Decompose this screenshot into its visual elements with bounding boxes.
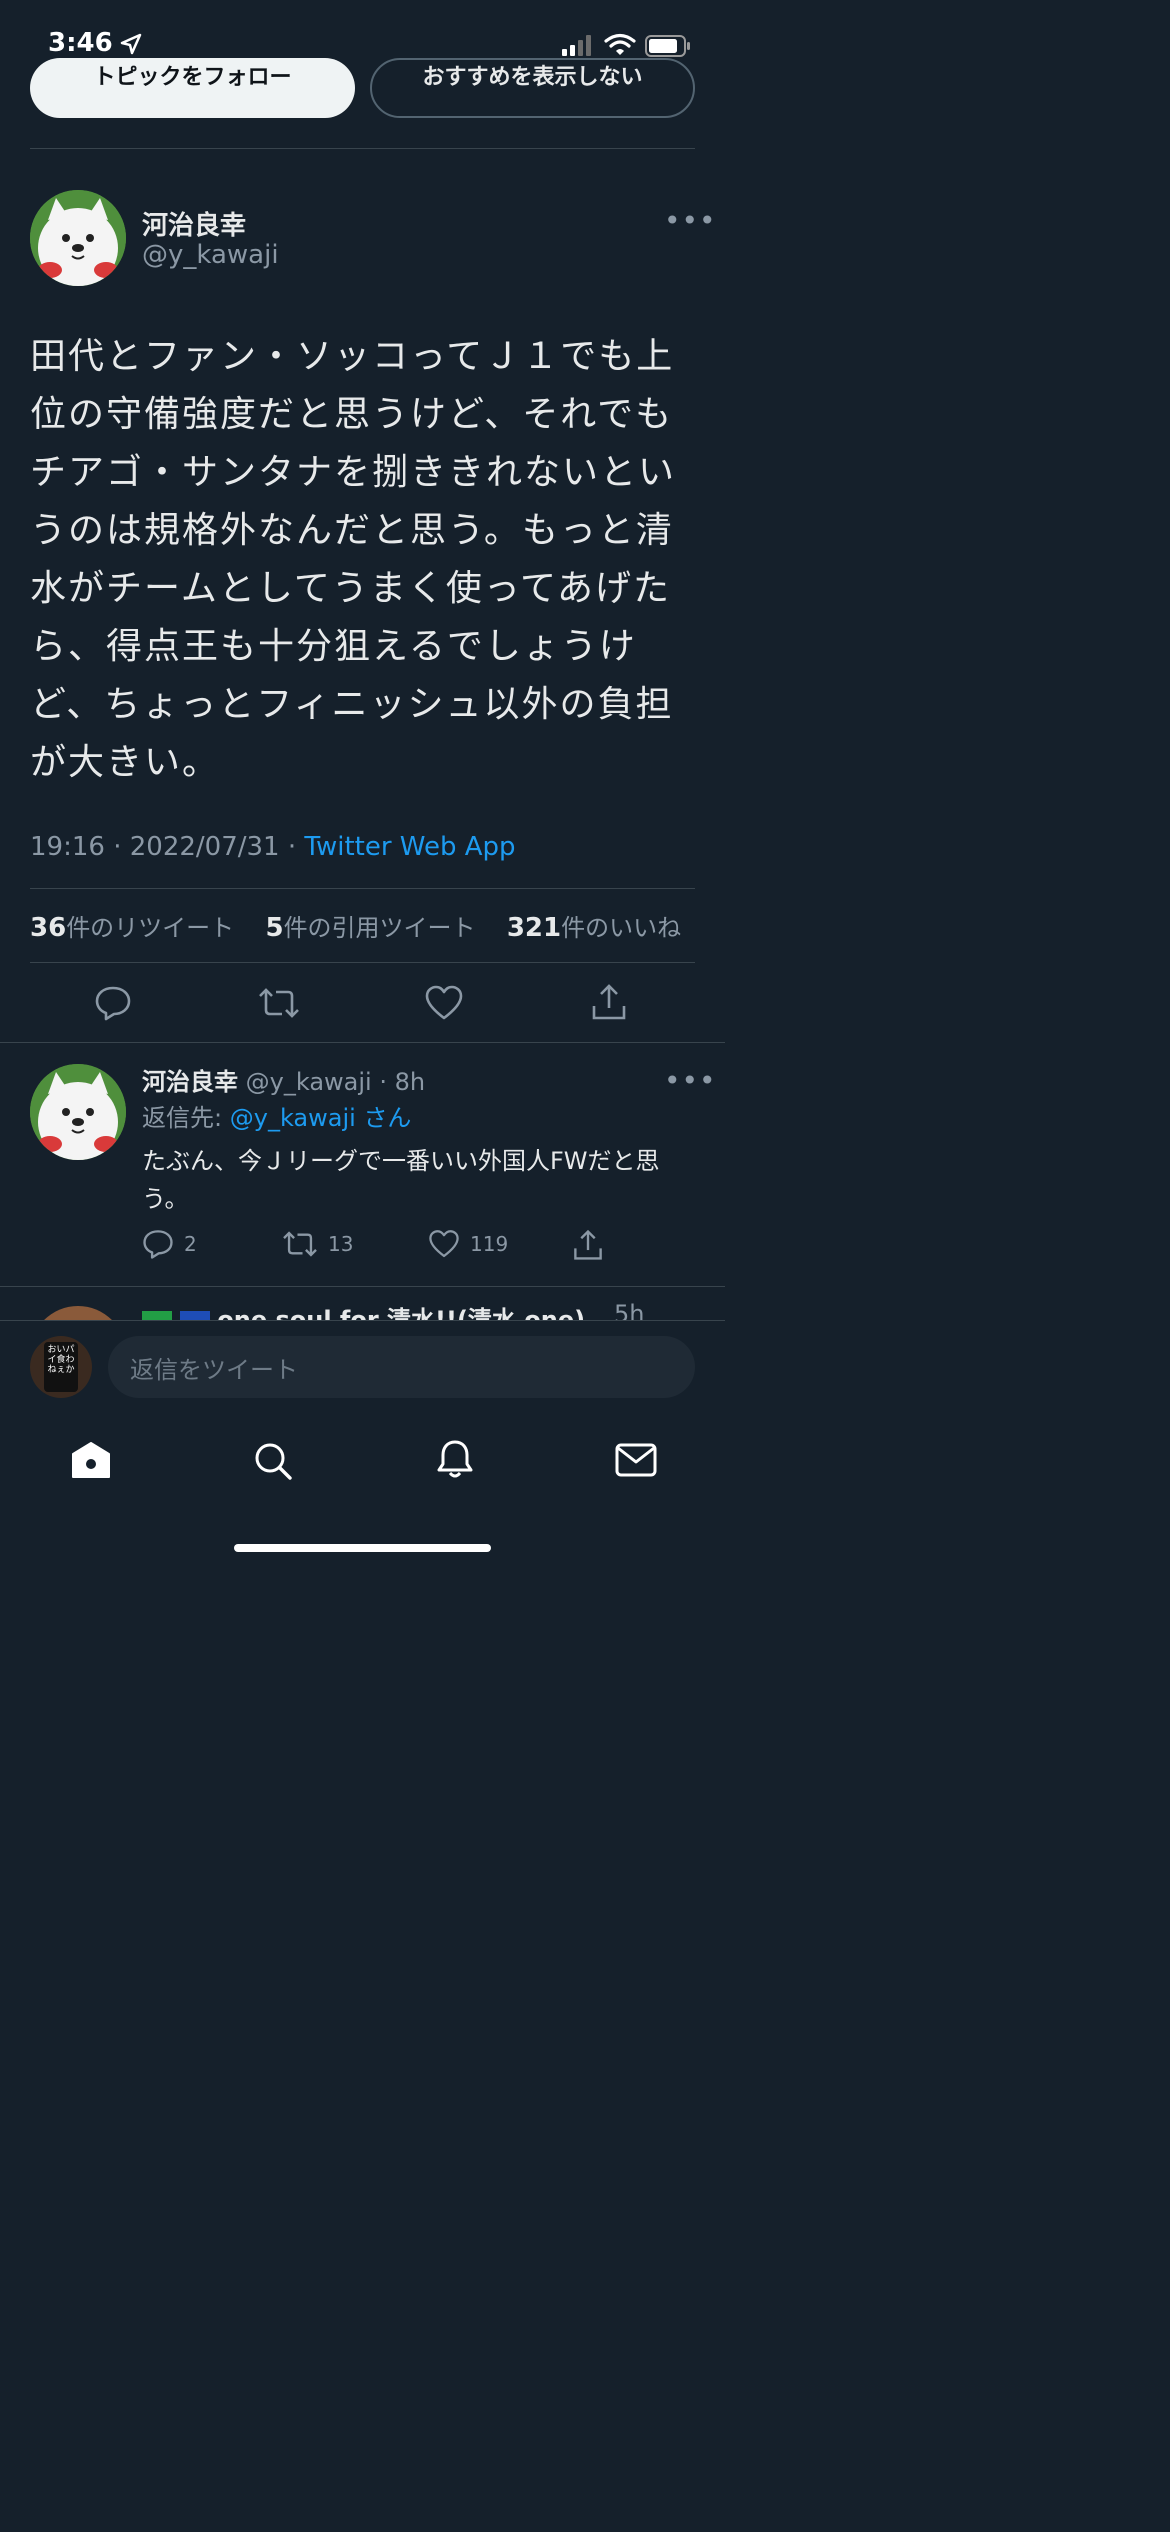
retweet-icon[interactable] (258, 984, 300, 1022)
dog-mascot-icon (30, 1064, 126, 1160)
author-handle[interactable]: @y_kawaji (142, 240, 279, 270)
reply-icon[interactable] (94, 984, 132, 1022)
status-time: 3:46 (48, 28, 113, 58)
tweet-stats: 36件のリツイート 5件の引用ツイート 321件のいいね (30, 908, 681, 943)
reply-reply-count: 2 (184, 1232, 197, 1256)
reply-text: たぶん、今Ｊリーグで一番いい外国人FWだと思う。 (142, 1147, 660, 1213)
likes-stat[interactable]: 321件のいいね (506, 913, 682, 943)
home-indicator[interactable] (234, 1544, 491, 1552)
divider (30, 888, 695, 889)
like-heart-icon[interactable] (424, 984, 464, 1022)
reply-to-line: 返信先: @y_kawaji さん (142, 1098, 411, 1133)
tweet-text: 田代とファン・ソッコってＪ１でも上位の守備強度だと思うけど、それでもチアゴ・サン… (30, 336, 677, 783)
quotes-count: 5 (265, 913, 284, 943)
reply-to-label: 返信先: (142, 1104, 223, 1132)
retweets-label: 件のリツイート (66, 914, 235, 942)
author-avatar[interactable] (30, 190, 126, 286)
retweet-icon (283, 1231, 317, 1257)
hide-recommendation-label: おすすめを表示しない (422, 65, 643, 90)
reply-reply-action[interactable]: 2 (142, 1228, 197, 1260)
reply-author-handle[interactable]: @y_kawaji (246, 1068, 372, 1096)
likes-count: 321 (506, 913, 562, 943)
likes-label: 件のいいね (561, 914, 682, 942)
divider (30, 962, 695, 963)
home-icon[interactable] (70, 1440, 112, 1480)
reply-author-name[interactable]: 河治良幸 (142, 1068, 238, 1096)
divider (30, 148, 695, 149)
tweet-time: 19:16 (30, 832, 105, 862)
like-heart-icon (429, 1230, 459, 1258)
messages-envelope-icon[interactable] (614, 1442, 658, 1478)
tweet-source-link[interactable]: Twitter Web App (304, 832, 515, 862)
battery-icon (645, 35, 690, 57)
reply-retweet-action[interactable]: 13 (282, 1228, 353, 1260)
reply-header: 河治良幸 @y_kawaji · 8h (142, 1062, 425, 1097)
follow-topic-button[interactable]: トピックをフォロー (30, 58, 355, 118)
reply-to-handle-link[interactable]: @y_kawaji (230, 1104, 356, 1132)
dog-mascot-icon (30, 190, 126, 286)
meta-separator: · (371, 1068, 395, 1096)
retweets-count: 36 (30, 913, 67, 943)
reply-more-options-icon[interactable]: ••• (664, 1064, 717, 1097)
reply-to-suffix: さん (363, 1104, 412, 1132)
reply-retweet-count: 13 (328, 1232, 354, 1256)
hide-recommendation-button[interactable]: おすすめを表示しない (370, 58, 695, 118)
reply-author-avatar[interactable] (30, 1064, 126, 1160)
search-icon[interactable] (252, 1440, 294, 1480)
divider (0, 1286, 725, 1287)
divider (0, 1042, 725, 1043)
location-arrow-icon (120, 33, 142, 55)
reply-composer-input[interactable]: 返信をツイート (108, 1336, 695, 1398)
share-icon[interactable] (590, 982, 628, 1022)
meta-separator: · (287, 832, 305, 862)
composer-avatar-text: おいパイ食わねぇか (44, 1342, 78, 1392)
author-name[interactable]: 河治良幸 (142, 205, 246, 242)
quotes-label: 件の引用ツイート (283, 914, 476, 942)
reply-like-count: 119 (470, 1232, 509, 1256)
more-options-icon[interactable]: ••• (664, 204, 717, 237)
reply-age: 8h (394, 1068, 426, 1096)
cellular-signal-icon (562, 35, 591, 56)
follow-topic-label: トピックをフォロー (93, 65, 292, 90)
composer-avatar[interactable]: おいパイ食わねぇか (30, 1336, 92, 1398)
reply-icon (143, 1230, 173, 1259)
wifi-icon (604, 33, 636, 55)
notifications-bell-icon[interactable] (434, 1438, 476, 1480)
reply-share-icon[interactable] (572, 1228, 604, 1262)
reply-like-action[interactable]: 119 (428, 1228, 508, 1260)
tweet-meta: 19:16 · 2022/07/31 · Twitter Web App (30, 832, 516, 862)
meta-separator: · (113, 832, 130, 862)
tweet-date: 2022/07/31 (129, 832, 280, 862)
quotes-stat[interactable]: 5件の引用ツイート (265, 913, 476, 943)
retweets-stat[interactable]: 36件のリツイート (30, 913, 235, 943)
